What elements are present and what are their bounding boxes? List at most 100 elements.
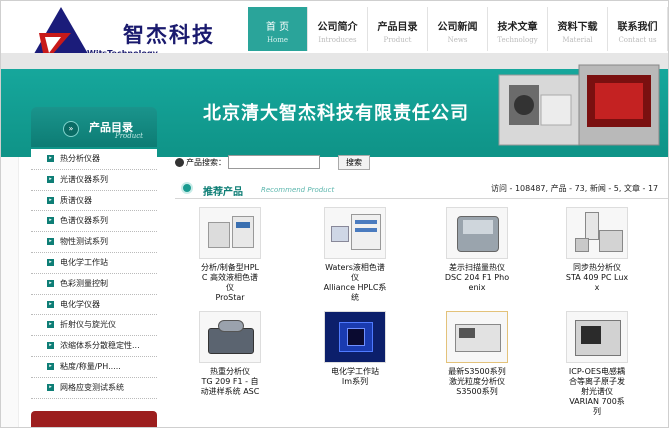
- product-card[interactable]: 同步热分析仪 STA 409 PC Lux x: [551, 207, 643, 293]
- category-item[interactable]: ▸ 热分析仪器: [31, 149, 157, 170]
- nav-label: 资料下载: [557, 22, 598, 33]
- category-subtitle: Product: [115, 132, 143, 140]
- banner-title: 北京清大智杰科技有限责任公司: [203, 103, 469, 124]
- arrow-bullet-icon: ▸: [47, 258, 54, 266]
- product-name[interactable]: 最新S3500系列 激光粒度分析仪 S3500系列: [431, 367, 523, 397]
- arrow-bullet-icon: ▸: [47, 217, 54, 225]
- category-label: 电化学仪器: [60, 299, 100, 309]
- nav-about[interactable]: 公司简介 Introduces: [308, 7, 368, 51]
- product-card[interactable]: 热重分析仪 TG 209 F1 - 自 动进样系统 ASC: [184, 311, 276, 397]
- category-label: 色谱仪器系列: [60, 216, 108, 226]
- arrow-bullet-icon: ▸: [47, 238, 54, 246]
- nav-products[interactable]: 产品目录 Product: [368, 7, 428, 51]
- main-nav: 首 页 Home 公司简介 Introduces 产品目录 Product 公司新闻 N…: [248, 7, 668, 51]
- arrow-bullet-icon: ▸: [47, 362, 54, 370]
- nav-label: 首 页: [265, 22, 290, 33]
- category-label: 网格应变测试系统: [60, 382, 124, 392]
- category-label: 电化学工作站: [60, 257, 108, 267]
- category-label: 热分析仪器: [60, 154, 100, 163]
- page: 智杰科技 WitsTechnology 首 页Home 公司简介Introduc…: [0, 0, 669, 428]
- product-card[interactable]: Waters液相色谱 仪 Alliance HPLC系 统: [309, 207, 401, 303]
- category-item[interactable]: ▸ 色彩测量控制: [31, 274, 157, 295]
- product-image[interactable]: [324, 311, 386, 363]
- arrow-bullet-icon: ▸: [47, 279, 54, 287]
- category-item[interactable]: ▸ 色谱仪器系列: [31, 211, 157, 233]
- category-item[interactable]: ▸ 光谱仪器系列: [31, 170, 157, 191]
- category-label: 质谱仪器: [60, 195, 92, 205]
- section-dot-icon: [181, 182, 193, 194]
- product-image[interactable]: [566, 311, 628, 363]
- recommend-subtitle: Recommend Product: [261, 186, 335, 194]
- product-image[interactable]: [199, 311, 261, 363]
- nav-label-en: Material: [562, 36, 593, 44]
- category-item[interactable]: ▸ 浓缩体系分散稳定性...: [31, 336, 157, 357]
- arrow-bullet-icon: ▸: [47, 300, 54, 308]
- arrow-bullet-icon: ▸: [47, 196, 54, 204]
- arrow-bullet-icon: ▸: [47, 342, 54, 350]
- category-list: ▸ 热分析仪器 ▸ 光谱仪器系列 ▸ 质谱仪器 ▸ 色谱仪器系列 ▸ 物性测试系列 ▸ 电化…: [31, 149, 157, 399]
- product-image[interactable]: [446, 207, 508, 259]
- product-image[interactable]: [566, 207, 628, 259]
- product-image[interactable]: [446, 311, 508, 363]
- product-card[interactable]: 最新S3500系列 激光粒度分析仪 S3500系列: [431, 311, 523, 397]
- product-card[interactable]: 分析/制备型HPL C 高效液相色谱 仪 ProStar: [184, 207, 276, 303]
- nav-contact[interactable]: 联系我们 Contact us: [608, 7, 668, 51]
- category-label: 折射仪与旋光仪: [60, 320, 116, 330]
- product-name[interactable]: Waters液相色谱 仪 Alliance HPLC系 统: [309, 263, 401, 303]
- nav-label: 产品目录: [377, 22, 418, 33]
- category-label: 浓缩体系分散稳定性...: [60, 341, 140, 351]
- nav-label: 技术文章: [497, 22, 538, 33]
- nav-label: 公司新闻: [437, 22, 478, 33]
- nav-label-en: Technology: [497, 36, 538, 44]
- search-input[interactable]: [228, 155, 320, 169]
- category-label: 色彩测量控制: [60, 278, 108, 288]
- arrow-bullet-icon: ▸: [47, 175, 54, 183]
- product-name[interactable]: 同步热分析仪 STA 409 PC Lux x: [551, 263, 643, 293]
- left-strip: [1, 157, 19, 427]
- nav-label-en: Contact us: [618, 36, 657, 44]
- category-item[interactable]: ▸ 物性测试系列: [31, 232, 157, 253]
- nav-news[interactable]: 公司新闻 News: [428, 7, 488, 51]
- nav-label-en: Product: [383, 36, 412, 44]
- product-name[interactable]: 分析/制备型HPL C 高效液相色谱 仪 ProStar: [184, 263, 276, 303]
- product-name[interactable]: ICP-OES电感耦 合等离子原子发 射光谱仪 VARIAN 700系 列: [551, 367, 643, 417]
- category-item[interactable]: ▸ 电化学仪器: [31, 295, 157, 316]
- product-image[interactable]: [324, 207, 386, 259]
- product-name[interactable]: 电化学工作站 Im系列: [309, 367, 401, 387]
- nav-articles[interactable]: 技术文章 Technology: [488, 7, 548, 51]
- product-name[interactable]: 差示扫描量热仪 DSC 204 F1 Pho enix: [431, 263, 523, 293]
- product-card[interactable]: 差示扫描量热仪 DSC 204 F1 Pho enix: [431, 207, 523, 293]
- category-item[interactable]: ▸ 电化学工作站: [31, 253, 157, 274]
- product-image[interactable]: [199, 207, 261, 259]
- category-item[interactable]: ▸ 网格应变测试系统: [31, 378, 157, 399]
- category-label: 粘度/称量/PH.....: [60, 361, 121, 371]
- arrow-bullet-icon: ▸: [47, 383, 54, 391]
- recommend-title: 推荐产品: [203, 187, 243, 198]
- banner-instrument-image: [498, 64, 660, 146]
- nav-downloads[interactable]: 资料下载 Material: [548, 7, 608, 51]
- category-header: » 产品目录 Product: [31, 107, 157, 147]
- category-label: 物性测试系列: [60, 237, 108, 247]
- product-card[interactable]: ICP-OES电感耦 合等离子原子发 射光谱仪 VARIAN 700系 列: [551, 311, 643, 417]
- nav-label-en: News: [447, 36, 468, 44]
- double-chevron-icon: »: [63, 121, 79, 137]
- search-button[interactable]: 搜索: [338, 154, 370, 170]
- arrow-bullet-icon: ▸: [47, 321, 54, 329]
- sidebar-footer-block: [31, 411, 157, 427]
- brand-name: 智杰科技: [123, 23, 215, 47]
- arrow-bullet-icon: ▸: [47, 155, 54, 162]
- nav-home[interactable]: 首 页 Home: [248, 7, 308, 51]
- category-item[interactable]: ▸ 粘度/称量/PH.....: [31, 357, 157, 378]
- category-item[interactable]: ▸ 折射仪与旋光仪: [31, 315, 157, 337]
- category-item[interactable]: ▸ 质谱仪器: [31, 191, 157, 212]
- nav-label: 公司简介: [317, 22, 358, 33]
- nav-label: 联系我们: [617, 22, 658, 33]
- site-stats: 访问 - 108487, 产品 - 73, 新闻 - 5, 文章 - 17: [491, 184, 659, 193]
- search-label: 产品搜索：: [186, 157, 226, 167]
- category-label: 光谱仪器系列: [60, 174, 108, 184]
- nav-label-en: Introduces: [318, 36, 357, 44]
- product-name[interactable]: 热重分析仪 TG 209 F1 - 自 动进样系统 ASC: [184, 367, 276, 397]
- nav-label-en: Home: [266, 36, 289, 44]
- search-bullet-icon: [175, 157, 184, 167]
- product-card[interactable]: 电化学工作站 Im系列: [309, 311, 401, 387]
